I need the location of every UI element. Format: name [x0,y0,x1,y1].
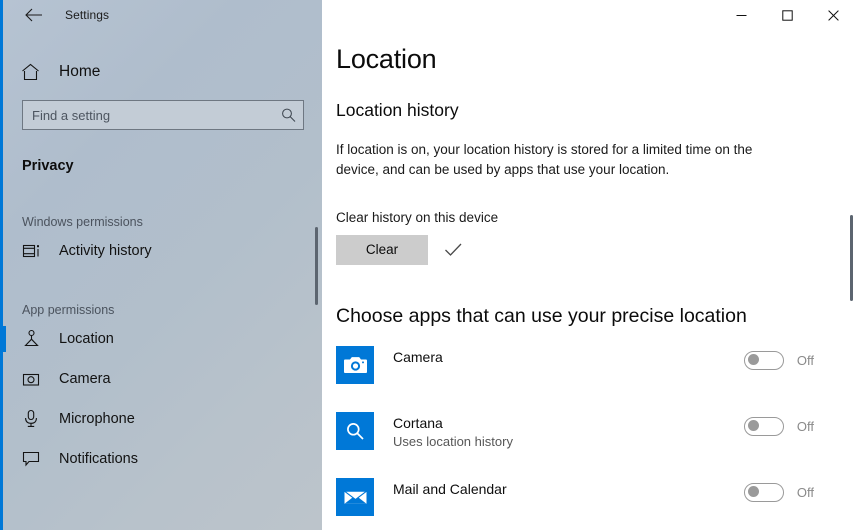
apps-section-heading: Choose apps that can use your precise lo… [336,304,747,327]
back-arrow-icon[interactable] [15,1,51,29]
notification-icon [22,450,46,467]
sidebar-group-app-permissions: App permissions Location Camera Micropho… [3,303,322,477]
sidebar-item-activity-history-label: Activity history [59,242,152,259]
page-title: Location [336,44,437,74]
list-item: Camera Off [336,345,856,394]
maximize-icon[interactable] [764,0,810,30]
app-name: Cortana [393,414,443,431]
clear-button[interactable]: Clear [336,234,428,265]
mail-location-toggle[interactable] [743,482,784,502]
app-text-block: Cortana Uses location history [393,412,744,452]
app-name: Mail and Calendar [393,480,507,497]
window-controls [718,0,856,30]
location-history-heading: Location history [336,100,459,120]
sidebar-scrollbar-thumb[interactable] [315,227,318,305]
sidebar-group-windows-permissions: Windows permissions Activity history [3,215,322,269]
search-field-wrapper: Find a setting [22,100,304,130]
sidebar-item-microphone-label: Microphone [59,410,135,427]
sidebar-item-activity-history[interactable]: Activity history [3,232,322,269]
search-input[interactable]: Find a setting [22,100,304,130]
clear-history-label: Clear history on this device [336,209,499,225]
toggle-group: Off [743,412,814,436]
sidebar-item-camera[interactable]: Camera [3,360,322,397]
sidebar-group-label: App permissions [22,303,115,317]
camera-location-toggle[interactable] [743,350,784,370]
sidebar-item-location[interactable]: Location [3,320,322,357]
location-history-description: If location is on, your location history… [336,142,753,178]
sidebar-item-microphone[interactable]: Microphone [3,400,322,437]
clear-history-row: Clear [336,234,856,265]
app-subtitle: Uses location history [393,433,513,449]
list-item: Cortana Uses location history Off [336,411,856,460]
settings-window: Settings Home Find a setting Privacy Win… [0,0,856,530]
toggle-group: Off [743,346,814,370]
camera-icon [22,371,46,387]
checkmark-icon [444,242,463,258]
home-icon [21,63,47,81]
sidebar-group-label: Windows permissions [22,215,143,229]
app-text-block: Mail and Calendar [393,478,744,498]
search-icon[interactable] [281,108,296,123]
mail-app-icon [336,477,374,516]
search-placeholder: Find a setting [32,107,111,123]
sidebar-item-location-label: Location [59,330,114,347]
toggle-group: Off [743,478,814,502]
main-content: Location Location history If location is… [322,0,856,530]
microphone-icon [22,409,46,428]
app-name: Camera [393,348,443,365]
camera-app-icon [336,345,374,384]
cortana-location-toggle[interactable] [743,416,784,436]
toggle-state-label: Off [796,352,814,368]
list-item: Mail and Calendar Off [336,477,856,526]
settings-body: Location Location history If location is… [322,0,856,526]
toggle-state-label: Off [796,418,814,434]
cortana-search-icon [336,411,374,450]
toggle-state-label: Off [796,484,814,500]
sidebar-titlebar: Settings [3,0,322,30]
sidebar-item-camera-label: Camera [59,370,111,387]
app-text-block: Camera [393,346,744,366]
sidebar-item-home[interactable]: Home [3,53,322,91]
close-icon[interactable] [810,0,856,30]
sidebar-item-notifications-label: Notifications [59,450,138,467]
sidebar-item-notifications[interactable]: Notifications [3,440,322,477]
sidebar-page-name: Privacy [22,158,74,174]
activity-history-icon [22,242,46,260]
minimize-icon[interactable] [718,0,764,30]
location-pin-icon [22,329,46,348]
main-scrollbar-thumb[interactable] [850,215,853,301]
sidebar-item-home-label: Home [59,63,101,80]
sidebar: Settings Home Find a setting Privacy Win… [3,0,322,530]
app-title: Settings [65,8,110,22]
